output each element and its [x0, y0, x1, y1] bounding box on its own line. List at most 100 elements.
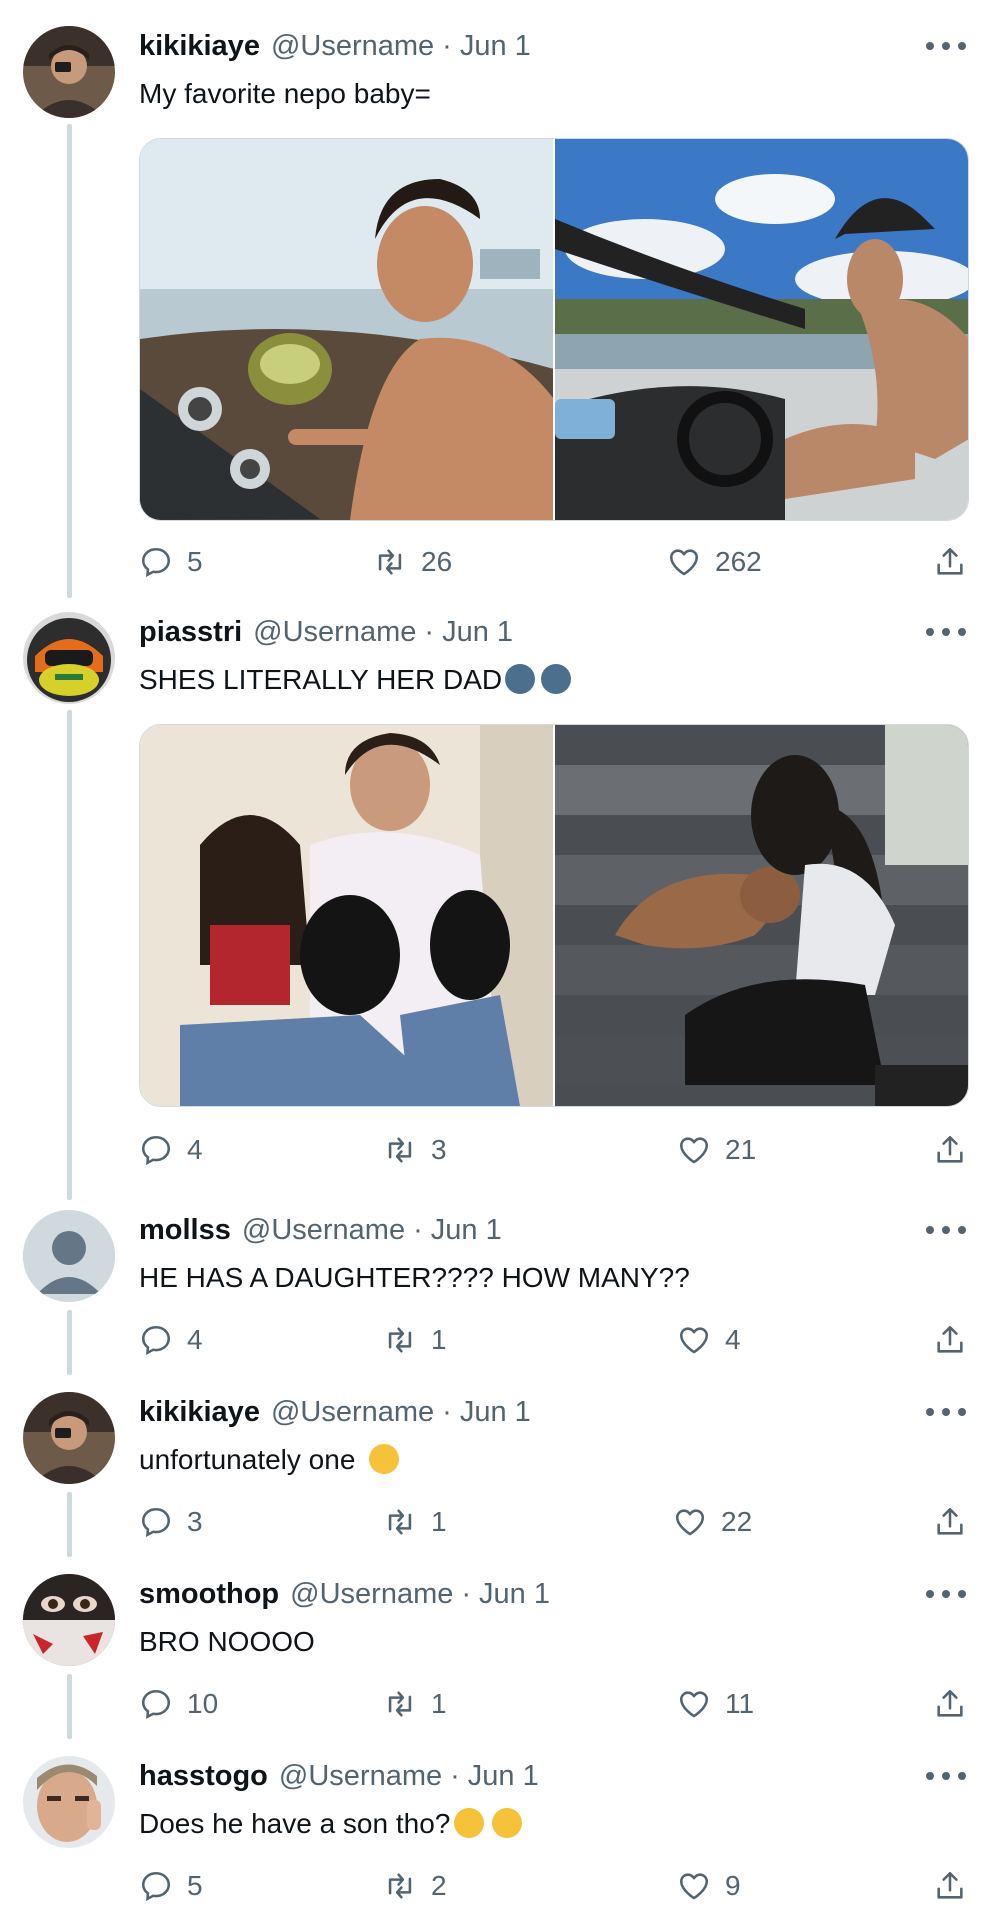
- reply-button[interactable]: 4: [139, 1320, 203, 1360]
- share-icon: [937, 1507, 963, 1535]
- username-handle[interactable]: @Username: [271, 30, 434, 63]
- separator-dot: ·: [450, 1759, 460, 1792]
- share-button[interactable]: [933, 542, 967, 582]
- media-photo[interactable]: [553, 139, 968, 520]
- reply-count: 5: [187, 546, 203, 577]
- share-button[interactable]: [933, 1502, 967, 1542]
- avatar[interactable]: [23, 1210, 115, 1302]
- tweet-date[interactable]: Jun 1: [442, 616, 513, 649]
- like-button[interactable]: 21: [677, 1130, 756, 1170]
- display-name[interactable]: mollss: [139, 1214, 231, 1247]
- retweet-count: 1: [431, 1324, 447, 1355]
- media-grid[interactable]: [139, 138, 969, 521]
- tweet-date[interactable]: Jun 1: [431, 1214, 502, 1247]
- tweet[interactable]: mollss @Username · Jun 1 HE HAS A DAUGHT…: [0, 1210, 988, 1370]
- retweet-icon: [378, 549, 402, 575]
- display-name[interactable]: hasstogo: [139, 1760, 268, 1793]
- display-name[interactable]: kikikiaye: [139, 1396, 260, 1429]
- reply-button[interactable]: 10: [139, 1684, 218, 1724]
- tweet-text-line: unfortunately one: [139, 1444, 400, 1476]
- like-count: 11: [725, 1688, 755, 1719]
- avatar[interactable]: [23, 1756, 115, 1848]
- retweet-button[interactable]: 26: [373, 542, 452, 582]
- reply-icon: [141, 1325, 171, 1355]
- separator-dot: ·: [442, 29, 452, 62]
- retweet-count: 2: [431, 1870, 447, 1901]
- tweet[interactable]: hasstogo @Username · Jun 1 Does he have …: [0, 1756, 988, 1916]
- share-button[interactable]: [933, 1130, 967, 1170]
- like-button[interactable]: 9: [677, 1866, 741, 1906]
- tweet-text-line: Does he have a son tho?: [139, 1808, 523, 1840]
- more-icon[interactable]: [926, 1402, 966, 1422]
- reply-button[interactable]: 5: [139, 1866, 203, 1906]
- like-icon: [679, 1327, 709, 1354]
- separator-dot: ·: [442, 1395, 452, 1428]
- speaking-head-emoji: [541, 664, 572, 694]
- share-icon: [937, 547, 963, 575]
- media-photo[interactable]: [140, 139, 553, 520]
- like-icon: [679, 1137, 709, 1164]
- tweet[interactable]: kikikiaye @Username · Jun 1 My favorite …: [0, 26, 988, 586]
- like-button[interactable]: 22: [673, 1502, 752, 1542]
- reply-icon: [141, 1507, 171, 1537]
- retweet-button[interactable]: 3: [383, 1130, 447, 1170]
- display-name[interactable]: piasstri: [139, 616, 242, 649]
- tweet-date[interactable]: Jun 1: [460, 30, 531, 63]
- tweet-date[interactable]: Jun 1: [468, 1760, 539, 1793]
- like-count: 262: [715, 546, 762, 577]
- tweet-text: HE HAS A DAUGHTER???? HOW MANY??: [139, 1262, 690, 1293]
- reply-count: 5: [187, 1870, 203, 1901]
- media-photo[interactable]: [140, 725, 553, 1106]
- retweet-button[interactable]: 1: [383, 1684, 447, 1724]
- retweet-button[interactable]: 1: [383, 1320, 447, 1360]
- tweet-actions: 5 2 9: [139, 1866, 967, 1906]
- reply-button[interactable]: 5: [139, 542, 203, 582]
- retweet-button[interactable]: 1: [383, 1502, 447, 1542]
- avatar[interactable]: [23, 1392, 115, 1484]
- more-icon[interactable]: [926, 1584, 966, 1604]
- reply-icon: [141, 1871, 171, 1901]
- username-handle[interactable]: @Username: [253, 616, 416, 649]
- like-icon: [679, 1691, 709, 1718]
- share-icon: [937, 1135, 963, 1163]
- reply-count: 3: [187, 1506, 203, 1537]
- more-icon[interactable]: [926, 1766, 966, 1786]
- media-grid[interactable]: [139, 724, 969, 1107]
- more-icon[interactable]: [926, 36, 966, 56]
- avatar[interactable]: [23, 1574, 115, 1666]
- tweet-date[interactable]: Jun 1: [479, 1578, 550, 1611]
- display-name[interactable]: smoothop: [139, 1578, 279, 1611]
- tweet[interactable]: smoothop @Username · Jun 1 BRO NOOOO 10 …: [0, 1574, 988, 1734]
- more-icon[interactable]: [926, 1220, 966, 1240]
- more-icon[interactable]: [926, 622, 966, 642]
- username-handle[interactable]: @Username: [290, 1578, 453, 1611]
- hand-over-mouth-emoji: [492, 1808, 523, 1838]
- like-icon: [679, 1873, 709, 1900]
- reply-button[interactable]: 4: [139, 1130, 203, 1170]
- share-button[interactable]: [933, 1866, 967, 1906]
- retweet-icon: [388, 1327, 412, 1353]
- reply-button[interactable]: 3: [139, 1502, 203, 1542]
- username-handle[interactable]: @Username: [271, 1396, 434, 1429]
- share-button[interactable]: [933, 1684, 967, 1724]
- share-button[interactable]: [933, 1320, 967, 1360]
- username-handle[interactable]: @Username: [279, 1760, 442, 1793]
- avatar[interactable]: [23, 26, 115, 118]
- reply-icon: [141, 547, 171, 577]
- like-button[interactable]: 11: [677, 1684, 754, 1724]
- like-button[interactable]: 262: [667, 542, 762, 582]
- avatar[interactable]: [23, 612, 115, 704]
- retweet-icon: [388, 1509, 412, 1535]
- tweet[interactable]: kikikiaye @Username · Jun 1 unfortunatel…: [0, 1392, 988, 1552]
- media-photo[interactable]: [553, 725, 968, 1106]
- tweet-actions: 5 26 262: [139, 542, 967, 582]
- share-icon: [937, 1325, 963, 1353]
- tweet-date[interactable]: Jun 1: [460, 1396, 531, 1429]
- username-handle[interactable]: @Username: [242, 1214, 405, 1247]
- retweet-button[interactable]: 2: [383, 1866, 447, 1906]
- tweet[interactable]: piasstri @Username · Jun 1 SHES LITERALL…: [0, 612, 988, 1172]
- display-name[interactable]: kikikiaye: [139, 30, 260, 63]
- tweet-actions: 10 1 11: [139, 1684, 967, 1724]
- like-button[interactable]: 4: [677, 1320, 741, 1360]
- reply-icon: [141, 1689, 171, 1719]
